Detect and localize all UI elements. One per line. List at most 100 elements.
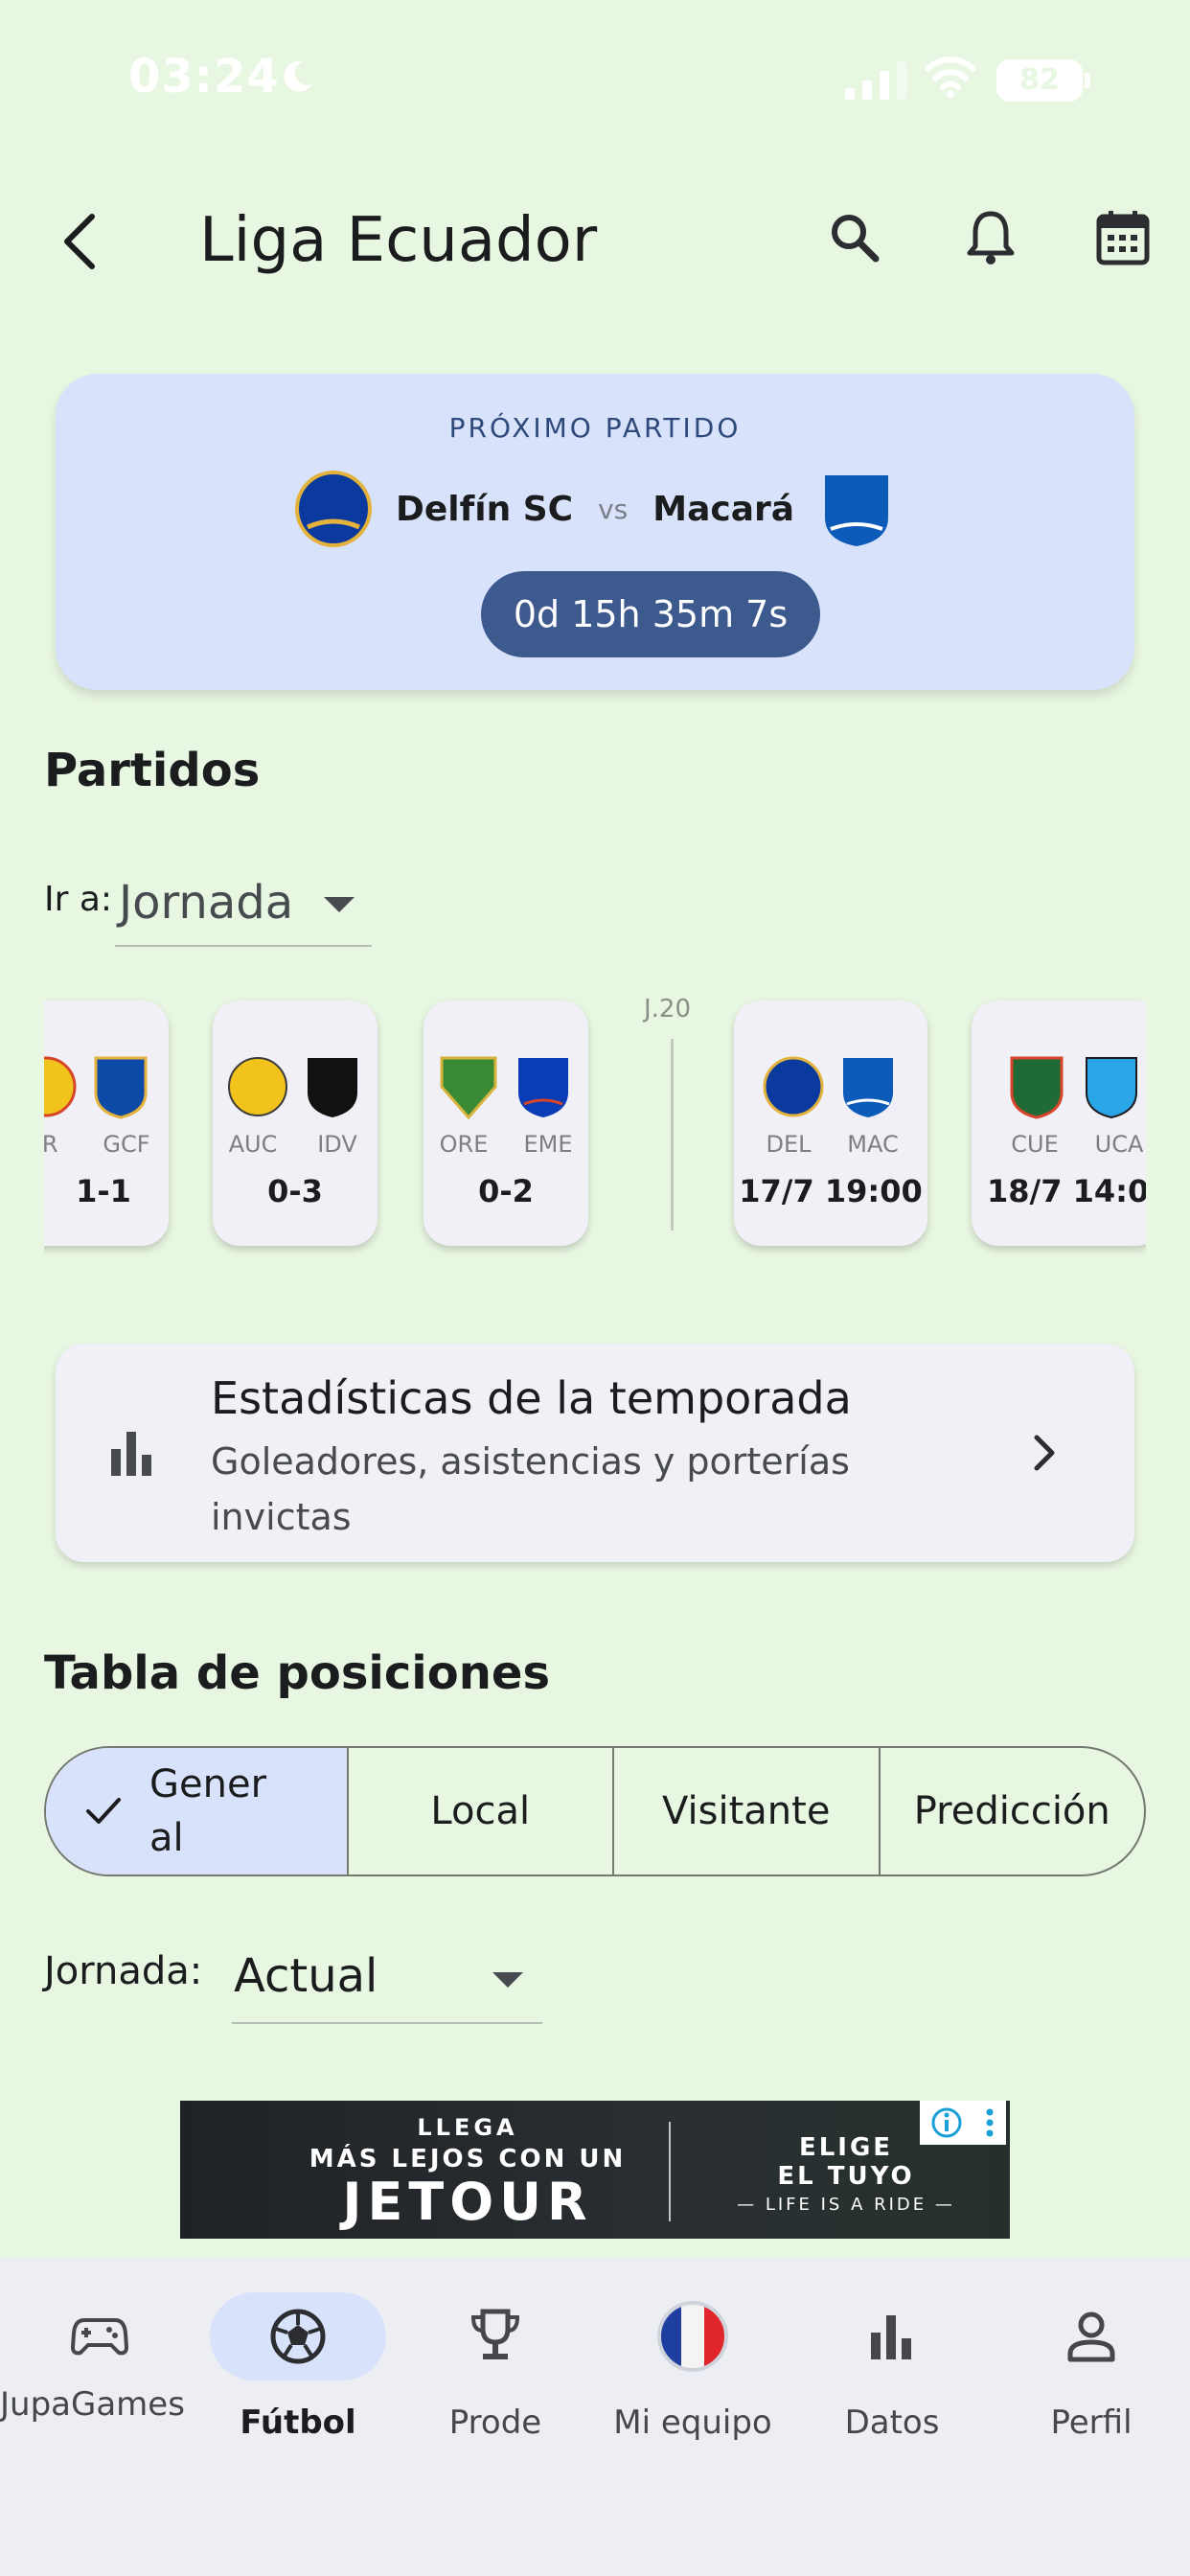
- match-result: 1-1: [76, 1173, 131, 1209]
- jornada-label: Jornada:: [44, 1949, 203, 1993]
- season-stats-card[interactable]: Estadísticas de la temporada Goleadores,…: [56, 1344, 1134, 1562]
- nav-label: Fútbol: [240, 2404, 356, 2442]
- segment-general[interactable]: Gener al: [46, 1748, 349, 1874]
- page-title: Liga Ecuador: [199, 205, 598, 276]
- home-abbr: CUE: [1011, 1131, 1059, 1158]
- nav-item-prode[interactable]: Prode: [397, 2292, 594, 2513]
- nav-item-futbol[interactable]: Fútbol: [199, 2292, 397, 2513]
- jornada-dropdown-value: Jornada: [119, 876, 294, 930]
- ad-info-button[interactable]: [920, 2101, 1006, 2145]
- moon-icon: [284, 60, 312, 92]
- match-card[interactable]: CUE UCA 18/7 14:00: [972, 1000, 1146, 1246]
- team-crest-icon: [94, 1056, 148, 1119]
- jornada-select[interactable]: Actual: [232, 1936, 542, 2024]
- ad-right-text: ELIGE EL TUYO — LIFE IS A RIDE —: [717, 2133, 975, 2215]
- soccer-ball-icon: [270, 2309, 326, 2364]
- away-abbr: UCA: [1094, 1131, 1144, 1158]
- away-abbr: MAC: [847, 1131, 899, 1158]
- team-crest-icon: [1010, 1056, 1064, 1119]
- ad-left-text: LLEGA MÁS LEJOS CON UN JETOUR: [228, 2114, 707, 2232]
- ad-right-line2: EL TUYO: [777, 2162, 915, 2191]
- home-team-name: Delfín SC: [395, 489, 574, 529]
- segment-label: Gener al: [149, 1762, 267, 1860]
- next-match-teams: Delfín SC vs Macará: [56, 466, 1134, 552]
- team-crest-icon: [44, 1056, 77, 1117]
- match-result: 18/7 14:00: [987, 1173, 1146, 1209]
- segment-label: Local: [430, 1789, 531, 1833]
- stats-subtitle: Goleadores, asistencias y porterías invi…: [211, 1440, 850, 1538]
- person-icon: [1067, 2312, 1115, 2362]
- away-abbr: GCF: [103, 1131, 150, 1158]
- nav-label: Prode: [448, 2404, 542, 2442]
- away-abbr: IDV: [317, 1131, 357, 1158]
- team-crest-icon: [1086, 1057, 1137, 1119]
- home-abbr: AR: [44, 1131, 58, 1158]
- nav-item-datos[interactable]: Datos: [793, 2292, 991, 2513]
- team-crest-icon: [843, 1058, 893, 1117]
- round-label: J.20: [644, 995, 692, 1024]
- segment-local[interactable]: Local: [349, 1748, 614, 1874]
- ad-banner[interactable]: LLEGA MÁS LEJOS CON UN JETOUR ELIGE EL T…: [180, 2101, 1010, 2239]
- vs-label: vs: [598, 493, 629, 525]
- match-result: 17/7 19:00: [739, 1173, 923, 1209]
- team-crest-icon: [518, 1058, 568, 1117]
- next-match-label: PRÓXIMO PARTIDO: [448, 412, 742, 444]
- dropdown-arrow-icon: [492, 1972, 523, 1988]
- partidos-title: Partidos: [44, 744, 261, 797]
- segment-label: Predicción: [913, 1789, 1110, 1833]
- countdown-badge: 0d 15h 35m 7s: [481, 571, 820, 657]
- next-match-card[interactable]: PRÓXIMO PARTIDO Delfín SC vs Macará 0d 1…: [56, 374, 1134, 690]
- match-card[interactable]: AR GCF 1-1: [44, 1000, 169, 1246]
- matches-strip[interactable]: AR GCF 1-1 AUC IDV 0-3 ORE EME 0-2 J.20: [44, 987, 1146, 1275]
- battery-indicator: 82: [996, 59, 1090, 102]
- away-team-name: Macará: [652, 489, 795, 529]
- search-icon: [832, 215, 880, 263]
- calendar-button[interactable]: [1092, 207, 1154, 268]
- match-result: 0-3: [267, 1173, 323, 1209]
- match-card[interactable]: ORE EME 0-2: [423, 1000, 588, 1246]
- home-abbr: DEL: [766, 1131, 812, 1158]
- nav-label: JupaGames: [0, 2385, 185, 2424]
- jornada-select-value: Actual: [234, 1949, 378, 2003]
- team-crest-icon: [440, 1056, 497, 1119]
- standings-segmented-control: Gener al Local Visitante Predicción: [44, 1746, 1146, 1876]
- nav-label: Datos: [844, 2404, 940, 2442]
- stats-title: Estadísticas de la temporada: [211, 1372, 852, 1424]
- nav-item-jupagames[interactable]: JupaGames: [0, 2292, 197, 2513]
- home-abbr: ORE: [439, 1131, 489, 1158]
- away-abbr: EME: [523, 1131, 573, 1158]
- round-divider: [671, 1039, 674, 1230]
- team-flag-icon: [657, 2301, 728, 2372]
- ir-a-label: Ir a:: [44, 880, 113, 919]
- status-bar: 03:24 82: [0, 0, 1190, 163]
- match-result: 0-2: [478, 1173, 534, 1209]
- home-abbr: AUC: [228, 1131, 278, 1158]
- signal-icon: [845, 61, 906, 100]
- nav-item-mi-equipo[interactable]: Mi equipo: [594, 2292, 791, 2513]
- bell-icon: [967, 211, 1015, 264]
- team-crest-icon: [308, 1058, 357, 1117]
- app-bar: Liga Ecuador: [0, 172, 1190, 307]
- bar-chart-icon: [111, 1432, 151, 1476]
- search-button[interactable]: [824, 207, 885, 268]
- segment-label: Visitante: [662, 1789, 831, 1833]
- ad-brand: JETOUR: [342, 2172, 593, 2232]
- notifications-button[interactable]: [960, 207, 1021, 268]
- info-icon: [931, 2107, 962, 2138]
- team-crest-icon: [228, 1057, 287, 1116]
- dropdown-arrow-icon: [324, 897, 355, 912]
- segment-visitante[interactable]: Visitante: [614, 1748, 881, 1874]
- ad-right-line3: — LIFE IS A RIDE —: [737, 2195, 955, 2215]
- more-vert-icon: [986, 2108, 994, 2137]
- arrow-back-icon: [64, 214, 95, 269]
- status-time: 03:24: [128, 50, 280, 104]
- nav-item-perfil[interactable]: Perfil: [993, 2292, 1190, 2513]
- match-card[interactable]: DEL MAC 17/7 19:00: [734, 1000, 927, 1246]
- ad-line1: LLEGA: [417, 2114, 518, 2141]
- match-card[interactable]: AUC IDV 0-3: [213, 1000, 378, 1246]
- nav-label: Mi equipo: [613, 2404, 772, 2442]
- jornada-dropdown[interactable]: Jornada: [115, 862, 372, 947]
- check-icon: [86, 1798, 121, 1824]
- segment-prediccion[interactable]: Predicción: [881, 1748, 1145, 1874]
- back-button[interactable]: [48, 211, 109, 272]
